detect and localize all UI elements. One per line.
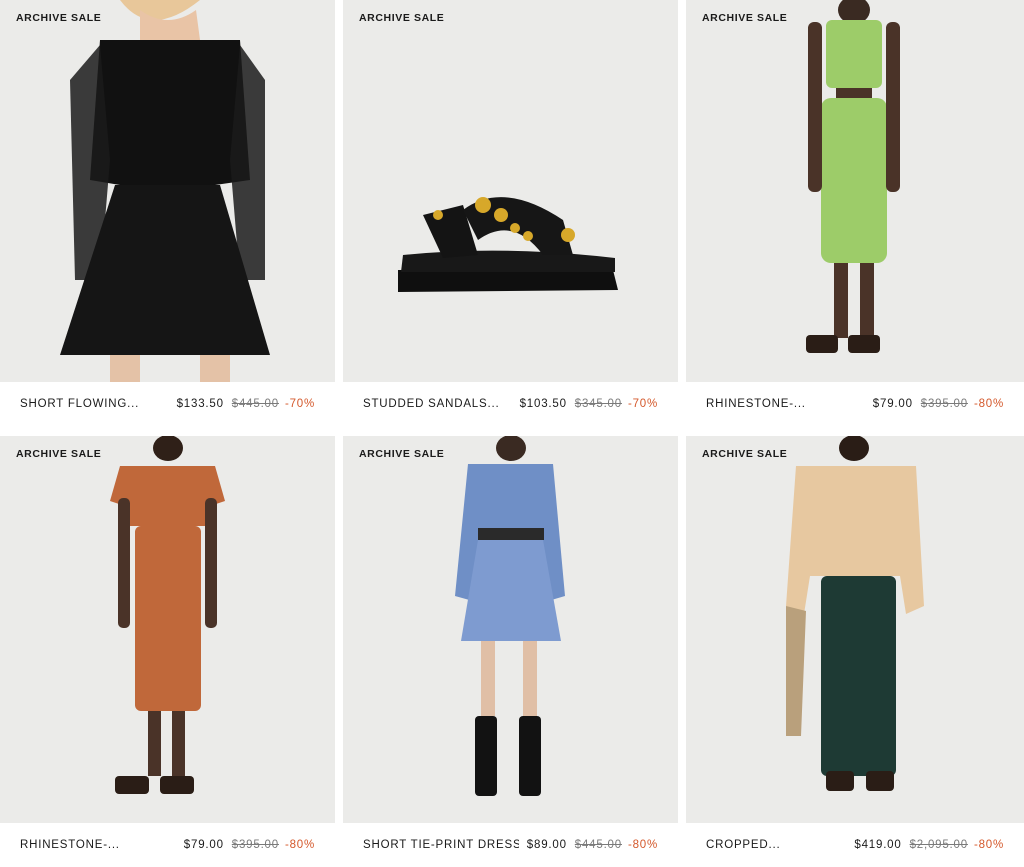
sale-price: $103.50 (519, 398, 567, 410)
product-card-rhinestone-orange[interactable]: ARCHIVE SALE RHINESTONE-... $79.00 $395.… (0, 436, 335, 867)
product-info: CROPPED... $419.00 $2,095.00 -80% (686, 823, 1024, 867)
product-info: STUDDED SANDALS... $103.50 $345.00 -70% (343, 382, 678, 426)
discount-percent: -80% (627, 839, 658, 851)
product-card-rhinestone-green[interactable]: ARCHIVE SALE RHINESTONE-... $79.00 $395.… (686, 0, 1024, 436)
blue-dress-illustration (455, 436, 565, 796)
product-card-cropped-jacket[interactable]: ARCHIVE SALE CROPPED... $419.00 $2,095.0… (686, 436, 1024, 867)
product-name[interactable]: STUDDED SANDALS... (363, 398, 512, 410)
product-image[interactable]: ARCHIVE SALE (343, 0, 678, 382)
sandal-illustration (398, 197, 618, 292)
discount-percent: -70% (284, 398, 315, 410)
product-card-short-flowing-dress[interactable]: ARCHIVE SALE SHORT FLOWING... $133.50 $4… (0, 0, 335, 436)
product-info: SHORT TIE-PRINT DRESS $89.00 $445.00 -80… (343, 823, 678, 867)
product-name[interactable]: SHORT FLOWING... (20, 398, 169, 410)
archive-sale-badge: ARCHIVE SALE (359, 448, 445, 460)
product-image[interactable]: ARCHIVE SALE (686, 436, 1024, 823)
orange-set-illustration (110, 436, 225, 794)
archive-sale-badge: ARCHIVE SALE (359, 12, 445, 24)
sale-price: $79.00 (872, 398, 913, 410)
product-grid: ARCHIVE SALE SHORT FLOWING... $133.50 $4… (0, 0, 1024, 867)
sale-price: $419.00 (854, 839, 902, 851)
discount-percent: -80% (973, 839, 1004, 851)
sale-price: $89.00 (526, 839, 567, 851)
original-price: $2,095.00 (909, 839, 968, 851)
archive-sale-badge: ARCHIVE SALE (16, 448, 102, 460)
original-price: $445.00 (231, 398, 279, 410)
original-price: $445.00 (574, 839, 622, 851)
archive-sale-badge: ARCHIVE SALE (702, 12, 788, 24)
original-price: $395.00 (231, 839, 279, 851)
original-price: $345.00 (574, 398, 622, 410)
product-card-short-tie-print-dress[interactable]: ARCHIVE SALE SHORT TIE-PRINT DRESS $89.0… (343, 436, 678, 867)
product-name[interactable]: SHORT TIE-PRINT DRESS (363, 839, 519, 851)
green-set-illustration (806, 0, 900, 353)
jacket-illustration (786, 436, 924, 791)
archive-sale-badge: ARCHIVE SALE (702, 448, 788, 460)
discount-percent: -70% (627, 398, 658, 410)
original-price: $395.00 (920, 398, 968, 410)
product-info: SHORT FLOWING... $133.50 $445.00 -70% (0, 382, 335, 426)
sale-price: $133.50 (176, 398, 224, 410)
product-info: RHINESTONE-... $79.00 $395.00 -80% (0, 823, 335, 867)
discount-percent: -80% (973, 398, 1004, 410)
discount-percent: -80% (284, 839, 315, 851)
dress-illustration (60, 0, 270, 382)
product-name[interactable]: RHINESTONE-... (20, 839, 176, 851)
product-image[interactable]: ARCHIVE SALE (0, 0, 335, 382)
product-image[interactable]: ARCHIVE SALE (343, 436, 678, 823)
archive-sale-badge: ARCHIVE SALE (16, 12, 102, 24)
product-name[interactable]: RHINESTONE-... (706, 398, 865, 410)
sale-price: $79.00 (183, 839, 224, 851)
product-card-studded-sandals[interactable]: ARCHIVE SALE STUDDED SANDALS... $103.50 … (343, 0, 678, 436)
product-info: RHINESTONE-... $79.00 $395.00 -80% (686, 382, 1024, 426)
product-name[interactable]: CROPPED... (706, 839, 846, 851)
product-image[interactable]: ARCHIVE SALE (686, 0, 1024, 382)
product-image[interactable]: ARCHIVE SALE (0, 436, 335, 823)
